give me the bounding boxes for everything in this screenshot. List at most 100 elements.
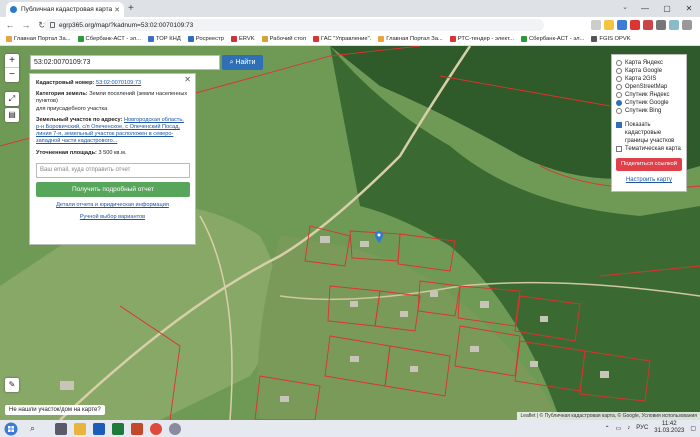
radio-button[interactable] — [616, 84, 622, 90]
windows-start-icon[interactable] — [4, 422, 18, 436]
close-tab-icon[interactable]: ✕ — [114, 6, 120, 14]
powerpoint-icon[interactable] — [131, 422, 144, 435]
setup-map-link[interactable]: Настроить карту — [616, 176, 682, 184]
cadastral-search-input[interactable]: 53:02:0070109:73 — [30, 55, 220, 70]
network-icon[interactable]: ▭ — [616, 425, 622, 432]
bookmark-item[interactable]: Сбербанк-АСТ - эл... — [77, 36, 141, 42]
bookmark-item[interactable]: Рабочий стол — [261, 36, 306, 42]
bookmark-item[interactable]: Главная Портал За... — [6, 36, 71, 42]
windows-taskbar: ⌕ ⌃ ▭ ♪ РУС 11:42 31.03.2023 ▢ — [0, 420, 700, 437]
thematic-toggle[interactable]: Тематическая карта — [616, 145, 682, 153]
radio-button[interactable] — [616, 92, 622, 98]
pdf-extension-icon[interactable] — [630, 20, 640, 30]
radio-button[interactable] — [616, 68, 622, 74]
close-window-button[interactable]: ✕ — [678, 0, 700, 17]
clock[interactable]: 11:42 31.03.2023 — [654, 421, 684, 435]
chrome-icon[interactable] — [150, 422, 163, 435]
back-button[interactable]: ← — [4, 20, 16, 30]
bookmark-item[interactable]: ГАС "Управление". — [313, 36, 371, 42]
minimize-button[interactable]: — — [634, 0, 656, 17]
bookmark-item[interactable]: ТОР КНД — [147, 36, 181, 42]
address-label: Земельный участок по адресу: — [36, 116, 123, 123]
bookmarks-bar: Главная Портал За... Сбербанк-АСТ - эл..… — [0, 33, 700, 46]
word-icon[interactable] — [93, 422, 106, 435]
file-explorer-icon[interactable] — [74, 422, 87, 435]
bookmark-item[interactable]: FGIS OPVK — [591, 36, 631, 42]
tray-chevron-icon[interactable]: ⌃ — [605, 425, 610, 432]
menu-icon[interactable] — [682, 20, 692, 30]
print-icon[interactable]: ▤ — [5, 108, 19, 122]
radio-button[interactable] — [616, 76, 622, 82]
bookmark-item[interactable]: РТС-тендер - элект... — [449, 36, 514, 42]
tab-title: Публичная кадастровая карта — [21, 6, 113, 13]
report-details-link[interactable]: Детали отчета и юридическая информация — [56, 202, 169, 208]
bookmark-item[interactable]: Росреестр — [187, 36, 224, 42]
measure-tool-icon[interactable]: ⤢ — [5, 92, 19, 106]
tab-search-icon[interactable]: ⌄ — [622, 3, 628, 11]
bookmark-favicon-icon — [261, 36, 268, 42]
task-view-icon[interactable] — [55, 422, 68, 435]
forward-button[interactable]: → — [20, 20, 32, 30]
radio-button[interactable] — [616, 60, 622, 66]
get-report-button[interactable]: Получить подробный отчет — [36, 181, 190, 197]
layer-switcher: Карта Яндекс Карта Google Карта 2GIS Ope… — [611, 54, 687, 192]
bookmark-star-icon[interactable] — [604, 20, 614, 30]
layer-option[interactable]: Спутник Bing — [616, 107, 682, 115]
find-button[interactable]: ⌕ Найти — [222, 55, 263, 70]
profile-avatar[interactable] — [669, 20, 679, 30]
share-link-button[interactable]: Поделиться ссылкой — [616, 158, 682, 171]
area-label: Уточненная площадь: — [36, 149, 97, 156]
map-marker-icon[interactable] — [375, 231, 383, 243]
layer-option[interactable]: Карта Яндекс — [616, 59, 682, 67]
bookmark-favicon-icon — [147, 36, 154, 42]
radio-button[interactable] — [616, 108, 622, 114]
layer-option[interactable]: OpenStreetMap — [616, 83, 682, 91]
checkbox-checked[interactable] — [616, 122, 622, 128]
share-icon[interactable] — [591, 20, 601, 30]
site-favicon-icon — [10, 6, 17, 13]
bookmark-favicon-icon — [520, 36, 527, 42]
satellite-map[interactable]: + − ⤢ ▤ ✎ 53:02:0070109:73 ⌕ Найти ✕ Кад… — [0, 46, 700, 420]
zoom-control: + − — [5, 54, 19, 82]
excel-icon[interactable] — [112, 422, 125, 435]
language-indicator[interactable]: РУС — [636, 425, 648, 431]
extension-icon[interactable] — [617, 20, 627, 30]
manual-choice-link[interactable]: Ручной выбор вариантов — [80, 214, 145, 220]
new-tab-button[interactable]: + — [128, 3, 134, 14]
close-icon[interactable]: ✕ — [184, 75, 191, 83]
puzzle-icon[interactable] — [656, 20, 666, 30]
app-icon[interactable] — [169, 422, 182, 435]
url-field[interactable]: egrp365.org/map/?kadnum=53:02:0070109:73 — [44, 19, 544, 31]
radio-button-selected[interactable] — [616, 100, 622, 106]
bookmark-item[interactable]: Сбербанк-АСТ - эл... — [520, 36, 584, 42]
zoom-out-button[interactable]: − — [5, 68, 19, 82]
bookmark-favicon-icon — [77, 36, 84, 42]
volume-icon[interactable]: ♪ — [627, 425, 630, 431]
layer-option-selected[interactable]: Спутник Google — [616, 99, 682, 107]
address-bar-row: ← → ↻ egrp365.org/map/?kadnum=53:02:0070… — [0, 17, 700, 33]
email-field[interactable]: Ваш email, куда отправить отчет — [36, 162, 190, 178]
layer-option[interactable]: Карта 2GIS — [616, 75, 682, 83]
not-found-hint[interactable]: Не нашли участок/дом на карте? — [5, 405, 105, 415]
notifications-icon[interactable]: ▢ — [690, 425, 696, 432]
map-attribution: Leaflet | © Публичная кадастровая карта,… — [517, 412, 700, 420]
cadastre-toggle[interactable]: Показать кадастровые границы участков — [616, 121, 682, 145]
extension-icon[interactable] — [643, 20, 653, 30]
checkbox[interactable] — [616, 146, 622, 152]
cadastral-number-link[interactable]: 53:02:0070109:73 — [96, 80, 141, 86]
taskbar-search-icon[interactable]: ⌕ — [30, 423, 35, 434]
parcel-info-panel: ✕ Кадастровый номер: 53:02:0070109:73 Ка… — [29, 73, 196, 245]
bookmark-item[interactable]: ERVK — [230, 36, 255, 42]
layer-option[interactable]: Спутник Яндекс — [616, 91, 682, 99]
area-value: 3 500 кв.м. — [98, 149, 127, 156]
maximize-button[interactable]: ▢ — [656, 0, 678, 17]
layer-option[interactable]: Карта Google — [616, 67, 682, 75]
draw-tool-icon[interactable]: ✎ — [5, 378, 19, 392]
bookmark-item[interactable]: Главная Портал За... — [378, 36, 443, 42]
bookmark-favicon-icon — [187, 36, 194, 42]
bookmark-favicon-icon — [449, 36, 456, 42]
lock-icon — [50, 22, 55, 28]
browser-tab[interactable]: Публичная кадастровая карта ✕ — [6, 2, 124, 17]
cadastral-number-label: Кадастровый номер: — [36, 80, 95, 86]
zoom-in-button[interactable]: + — [5, 54, 19, 68]
